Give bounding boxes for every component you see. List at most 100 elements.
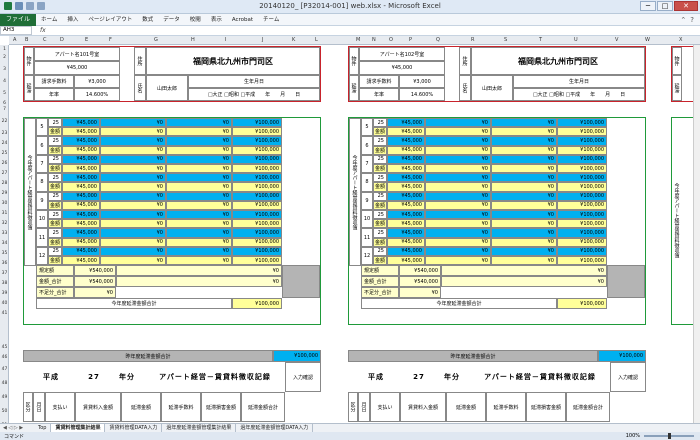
year-total-value[interactable]: ¥100,000 <box>557 298 607 310</box>
row-header[interactable]: 35 <box>0 251 9 256</box>
amount-cell[interactable]: ¥45,000 <box>387 200 425 210</box>
row-header[interactable]: 22 <box>0 119 9 124</box>
late-fee[interactable]: ¥0 <box>166 191 232 201</box>
col-header[interactable]: M <box>356 37 360 43</box>
amount-v1[interactable]: ¥0 <box>425 145 491 155</box>
late-fee[interactable]: ¥0 <box>166 210 232 220</box>
late-total[interactable]: ¥100,000 <box>232 228 282 238</box>
col-header[interactable]: L <box>315 37 318 43</box>
date-input[interactable]: ¥45,000 <box>387 191 425 201</box>
row-header[interactable]: 29 <box>0 191 9 196</box>
date-input[interactable]: ¥45,000 <box>62 246 100 256</box>
late-amount[interactable]: ¥0 <box>100 118 166 128</box>
day-cell[interactable]: 25 <box>48 154 62 164</box>
late-total[interactable]: ¥100,000 <box>232 173 282 183</box>
col-header[interactable]: W <box>645 37 650 43</box>
apartment-name[interactable]: アパート名101号室 <box>34 47 120 61</box>
era-checkboxes[interactable]: □大正 □昭和 □平成 年 月 日 <box>513 88 645 101</box>
late-amount[interactable]: ¥0 <box>425 173 491 183</box>
late-amount[interactable]: ¥0 <box>425 154 491 164</box>
col-header[interactable]: X <box>679 37 682 43</box>
amount-v3[interactable]: ¥100,000 <box>232 127 282 137</box>
name-value[interactable]: 山田太郎 <box>146 75 188 101</box>
col-header[interactable]: N <box>372 37 376 43</box>
date-input[interactable]: ¥45,000 <box>387 136 425 146</box>
row-header[interactable]: 33 <box>0 231 9 236</box>
tab-review[interactable]: 校閲 <box>185 14 206 26</box>
amount-v2[interactable]: ¥0 <box>166 164 232 174</box>
late-total[interactable]: ¥100,000 <box>232 136 282 146</box>
sheet-tab-top[interactable]: Top <box>34 424 52 432</box>
era-checkboxes[interactable]: □大正 □昭和 □平成 年 月 日 <box>188 88 320 101</box>
sheet-tab-rent-input[interactable]: 賃貸料管理DATA入力 <box>105 424 163 432</box>
amount-v3[interactable]: ¥100,000 <box>232 256 282 266</box>
year-total-value[interactable]: ¥100,000 <box>232 298 282 310</box>
amount-cell[interactable]: ¥45,000 <box>387 256 425 266</box>
row-header[interactable]: 27 <box>0 171 9 176</box>
row-header[interactable]: 40 <box>0 301 9 306</box>
amount-v1[interactable]: ¥0 <box>425 200 491 210</box>
zoom-level[interactable]: 100% <box>626 433 640 439</box>
amount-v3[interactable]: ¥100,000 <box>232 145 282 155</box>
late-fee[interactable]: ¥0 <box>166 228 232 238</box>
date-input[interactable]: ¥45,000 <box>62 228 100 238</box>
amount-v1[interactable]: ¥0 <box>425 164 491 174</box>
day-cell[interactable]: 25 <box>373 246 387 256</box>
rate-value[interactable]: 14.600% <box>399 88 445 101</box>
date-input[interactable]: ¥45,000 <box>387 210 425 220</box>
day-cell[interactable]: 25 <box>373 154 387 164</box>
tab-acrobat[interactable]: Acrobat <box>227 14 258 26</box>
prev-year-value[interactable]: ¥100,000 <box>273 350 321 362</box>
late-total[interactable]: ¥100,000 <box>557 228 607 238</box>
col-header[interactable]: R <box>471 37 474 43</box>
late-total[interactable]: ¥100,000 <box>557 154 607 164</box>
day-cell[interactable]: 25 <box>373 210 387 220</box>
row-header[interactable]: 1 <box>0 47 9 52</box>
late-fee[interactable]: ¥0 <box>491 118 557 128</box>
amount-v2[interactable]: ¥0 <box>166 145 232 155</box>
name-value[interactable]: 山田太郎 <box>471 75 513 101</box>
tab-page-layout[interactable]: ページレイアウト <box>83 14 137 26</box>
day-cell[interactable]: 25 <box>48 136 62 146</box>
col-header[interactable]: I <box>225 37 226 43</box>
late-amount[interactable]: ¥0 <box>425 118 491 128</box>
amount-v1[interactable]: ¥0 <box>100 256 166 266</box>
amount-cell[interactable]: ¥45,000 <box>387 127 425 137</box>
row-header[interactable]: 26 <box>0 161 9 166</box>
amount-v1[interactable]: ¥0 <box>425 237 491 247</box>
col-header[interactable]: E <box>85 37 88 43</box>
late-amount[interactable]: ¥0 <box>425 210 491 220</box>
day-cell[interactable]: 25 <box>373 136 387 146</box>
row-header[interactable]: 34 <box>0 241 9 246</box>
tab-home[interactable]: ホーム <box>36 14 62 26</box>
row-header[interactable]: 49 <box>0 395 9 400</box>
fee-value[interactable]: ¥3,000 <box>399 75 445 88</box>
prev-year-value[interactable]: ¥100,000 <box>598 350 646 362</box>
amount-v2[interactable]: ¥0 <box>166 219 232 229</box>
late-amount[interactable]: ¥0 <box>425 228 491 238</box>
col-header[interactable]: S <box>504 37 507 43</box>
tab-view[interactable]: 表示 <box>206 14 227 26</box>
day-cell[interactable]: 25 <box>48 118 62 128</box>
late-fee[interactable]: ¥0 <box>166 154 232 164</box>
row-header[interactable]: 24 <box>0 141 9 146</box>
col-header[interactable]: K <box>292 37 295 43</box>
tab-insert[interactable]: 挿入 <box>62 14 83 26</box>
late-total[interactable]: ¥100,000 <box>557 191 607 201</box>
col-header[interactable]: H <box>191 37 195 43</box>
row-header[interactable]: 50 <box>0 409 9 414</box>
amount-v2[interactable]: ¥0 <box>491 200 557 210</box>
late-fee[interactable]: ¥0 <box>491 246 557 256</box>
tab-data[interactable]: データ <box>158 14 185 26</box>
col-header[interactable]: D <box>60 37 64 43</box>
date-input[interactable]: ¥45,000 <box>62 118 100 128</box>
amount-v3[interactable]: ¥100,000 <box>557 145 607 155</box>
late-amount[interactable]: ¥0 <box>100 154 166 164</box>
row-header[interactable]: 46 <box>0 355 9 360</box>
amount-cell[interactable]: ¥45,000 <box>387 182 425 192</box>
col-header[interactable]: F <box>109 37 112 43</box>
input-confirm[interactable]: 入力確認 <box>285 362 321 392</box>
late-total[interactable]: ¥100,000 <box>232 210 282 220</box>
late-amount[interactable]: ¥0 <box>100 173 166 183</box>
late-fee[interactable]: ¥0 <box>166 246 232 256</box>
